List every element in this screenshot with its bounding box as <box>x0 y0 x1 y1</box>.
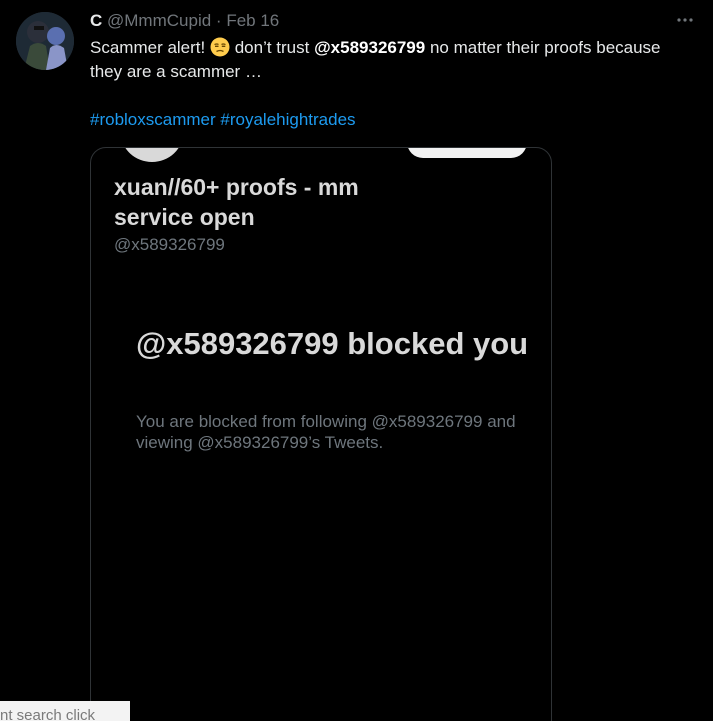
tweet-header: C @MmmCupid · Feb 16 <box>90 10 279 32</box>
tweet: C @MmmCupid · Feb 16 Scammer alert! don’… <box>0 0 713 721</box>
tweet-text: Scammer alert! don’t trust @x589326799 n… <box>90 36 690 84</box>
search-overlay: nt search click <box>0 701 130 721</box>
blocked-description: You are blocked from following @x5893267… <box>136 412 516 452</box>
header-separator: · <box>215 11 222 30</box>
more-horizontal-icon <box>677 18 693 22</box>
avatar-image <box>16 12 74 70</box>
tweet-media-image[interactable]: xuan//60+ proofs - mm service open @x589… <box>90 147 552 721</box>
screenshot-profile-avatar <box>119 148 185 164</box>
more-button[interactable] <box>671 6 699 34</box>
hashtag-royalehightrades[interactable]: #royalehightrades <box>220 110 355 129</box>
unamused-face-icon <box>210 37 230 57</box>
author-avatar[interactable] <box>16 12 74 70</box>
tweet-text-mid: don’t trust <box>229 38 315 57</box>
screenshot-profile-button <box>407 148 527 158</box>
blocked-title: @x589326799 blocked you <box>136 326 529 361</box>
hashtag-robloxscammer[interactable]: #robloxscammer <box>90 110 216 129</box>
mention-link[interactable]: @x589326799 <box>314 38 425 57</box>
author-name[interactable]: C <box>90 11 102 30</box>
author-handle[interactable]: @MmmCupid <box>107 11 211 30</box>
tweet-date[interactable]: Feb 16 <box>226 11 279 30</box>
screenshot-profile-handle: @x589326799 <box>114 235 225 254</box>
screenshot-profile-name: xuan//60+ proofs - mm service open <box>114 174 359 230</box>
hashtag-row: #robloxscammer #royalehightrades <box>90 108 356 132</box>
tweet-text-start: Scammer alert! <box>90 38 210 57</box>
